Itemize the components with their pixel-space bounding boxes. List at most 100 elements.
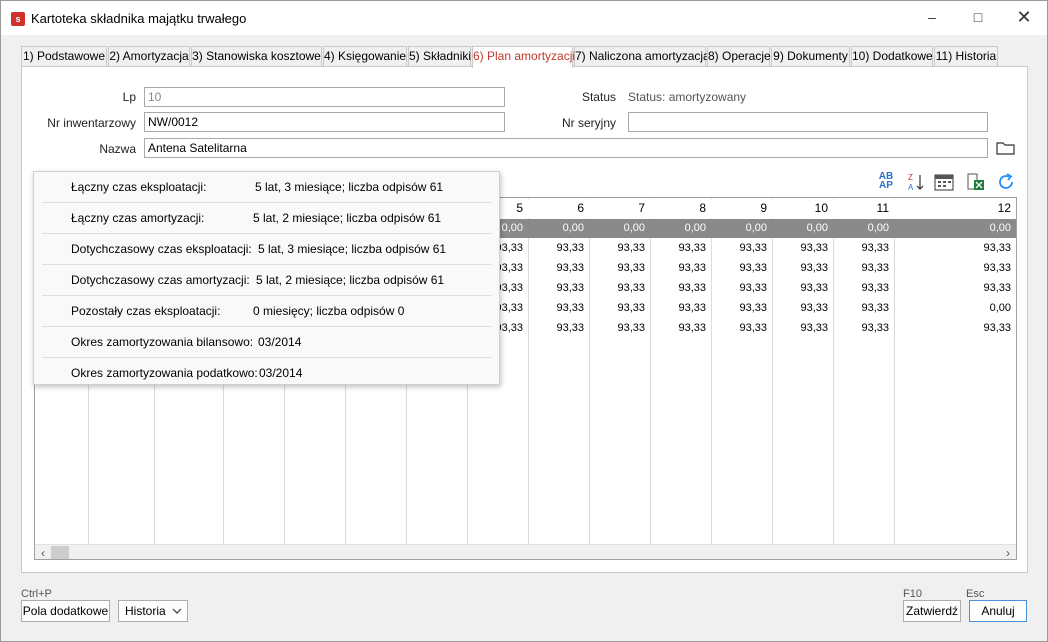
summary-row: Łączny czas eksploatacji: 5 lat, 3 miesi…	[42, 172, 492, 203]
grid-cell[interactable]: 93,33	[894, 238, 1016, 258]
text-size-icon[interactable]: AB AP	[875, 172, 897, 192]
grid-cell[interactable]: 93,33	[833, 238, 894, 258]
grid-cell[interactable]: 0,00	[894, 298, 1016, 318]
summary-value: 03/2014	[258, 335, 302, 349]
calendar-icon[interactable]	[933, 172, 955, 192]
zatwierdz-button[interactable]: Zatwierdź	[903, 600, 961, 622]
tab-ksiegowanie[interactable]: 4) Księgowanie	[323, 46, 407, 67]
summary-value: 5 lat, 3 miesiące; liczba odpisów 61	[258, 242, 447, 256]
historia-dropdown[interactable]: Historia	[118, 600, 188, 622]
summary-row: Okres zamortyzowania podatkowo: 03/2014	[42, 358, 492, 389]
close-button[interactable]: ✕	[1001, 1, 1047, 33]
summary-row: Okres zamortyzowania bilansowo: 03/2014	[42, 327, 492, 358]
column-header[interactable]: 12	[894, 199, 1016, 218]
grid-cell[interactable]: 93,33	[894, 258, 1016, 278]
column-header[interactable]: 9	[711, 199, 772, 218]
column-header[interactable]: 6	[528, 199, 589, 218]
grid-cell[interactable]: 93,33	[772, 278, 833, 298]
tab-operacje[interactable]: 8) Operacje	[707, 46, 771, 67]
grid-cell[interactable]: 93,33	[528, 298, 589, 318]
grid-cell[interactable]: 93,33	[528, 318, 589, 338]
summary-label: Okres zamortyzowania bilansowo:	[71, 335, 254, 349]
grid-cell[interactable]: 93,33	[711, 298, 772, 318]
grid-cell[interactable]: 93,33	[833, 258, 894, 278]
scroll-left-icon[interactable]: ‹	[35, 545, 51, 559]
grid-cell[interactable]: 93,33	[589, 238, 650, 258]
nr-seryjny-field[interactable]	[628, 112, 988, 132]
grid-cell[interactable]: 93,33	[833, 278, 894, 298]
minimize-button[interactable]: –	[909, 1, 955, 33]
scroll-right-icon[interactable]: ›	[1000, 545, 1016, 559]
tab-skladniki[interactable]: 5) Składniki	[408, 46, 471, 67]
summary-label: Łączny czas amortyzacji:	[71, 211, 205, 225]
tab-plan-amortyzacji[interactable]: 6) Plan amortyzacji	[472, 46, 575, 68]
tab-dodatkowe[interactable]: 10) Dodatkowe	[851, 46, 933, 67]
column-header[interactable]: 8	[650, 199, 711, 218]
grid-cell[interactable]: 93,33	[772, 258, 833, 278]
grid-cell[interactable]: 93,33	[772, 318, 833, 338]
grid-cell[interactable]: 93,33	[650, 278, 711, 298]
refresh-icon[interactable]	[995, 172, 1017, 192]
grid-cell[interactable]: 93,33	[650, 258, 711, 278]
ctrlp-hint: Ctrl+P	[21, 588, 52, 600]
tab-naliczona-amortyzacja[interactable]: 7) Naliczona amortyzacja	[574, 46, 710, 67]
grid-cell[interactable]: 93,33	[711, 258, 772, 278]
column-header[interactable]: 10	[772, 199, 833, 218]
svg-text:A: A	[908, 183, 914, 192]
tab-podstawowe[interactable]: 1) Podstawowe	[21, 46, 107, 67]
grid-cell[interactable]: 93,33	[650, 298, 711, 318]
scroll-thumb[interactable]	[51, 546, 69, 559]
grid-cell[interactable]: 93,33	[650, 318, 711, 338]
summary-row: Łączny czas amortyzacji: 5 lat, 2 miesią…	[42, 203, 492, 234]
tab-stanowiska-kosztowe[interactable]: 3) Stanowiska kosztowe	[191, 46, 322, 67]
summary-value: 5 lat, 2 miesiące; liczba odpisów 61	[253, 211, 442, 225]
grid-cell[interactable]: 93,33	[711, 278, 772, 298]
grid-cell[interactable]: 93,33	[589, 278, 650, 298]
grid-cell[interactable]: 93,33	[711, 318, 772, 338]
nazwa-field[interactable]: Antena Satelitarna	[144, 138, 988, 158]
summary-row: Dotychczasowy czas amortyzacji: 5 lat, 2…	[42, 265, 492, 296]
grid-cell[interactable]: 93,33	[528, 258, 589, 278]
grid-cell[interactable]: 93,33	[894, 318, 1016, 338]
window-title: Kartoteka składnika majątku trwałego	[31, 11, 247, 26]
summary-cell: 0,00	[562, 222, 584, 234]
title-bar: s Kartoteka składnika majątku trwałego –…	[1, 1, 1047, 35]
grid-cell[interactable]: 93,33	[711, 238, 772, 258]
grid-cell[interactable]: 93,33	[650, 238, 711, 258]
summary-cell: 0,00	[806, 222, 828, 234]
grid-cell[interactable]: 93,33	[589, 318, 650, 338]
summary-row: Dotychczasowy czas eksploatacji: 5 lat, …	[42, 234, 492, 265]
lp-field[interactable]: 10	[144, 87, 505, 107]
grid-cell[interactable]: 93,33	[833, 318, 894, 338]
nr-inwentarzowy-label: Nr inwentarzowy	[47, 116, 136, 130]
nazwa-label: Nazwa	[99, 142, 136, 156]
depreciation-summary-tooltip: Łączny czas eksploatacji: 5 lat, 3 miesi…	[33, 171, 500, 385]
grid-cell[interactable]: 93,33	[528, 238, 589, 258]
pola-dodatkowe-button[interactable]: Pola dodatkowe	[21, 600, 110, 622]
anuluj-button[interactable]: Anuluj	[969, 600, 1027, 622]
grid-cell[interactable]: 93,33	[589, 298, 650, 318]
tab-amortyzacja[interactable]: 2) Amortyzacja	[108, 46, 190, 67]
grid-cell[interactable]: 93,33	[589, 258, 650, 278]
grid-cell[interactable]: 93,33	[528, 278, 589, 298]
nr-inwentarzowy-field[interactable]: NW/0012	[144, 112, 505, 132]
tab-dokumenty[interactable]: 9) Dokumenty	[771, 46, 850, 67]
folder-icon[interactable]	[996, 140, 1016, 156]
status-label: Status	[581, 90, 616, 104]
esc-hint: Esc	[966, 588, 985, 600]
grid-cell[interactable]: 93,33	[833, 298, 894, 318]
grid-cell[interactable]: 93,33	[772, 298, 833, 318]
summary-row: Pozostały czas eksploatacji: 0 miesięcy;…	[42, 296, 492, 327]
column-header[interactable]: 7	[589, 199, 650, 218]
grid-cell[interactable]: 93,33	[772, 238, 833, 258]
tab-historia[interactable]: 11) Historia	[934, 46, 998, 67]
excel-export-icon[interactable]	[965, 172, 987, 192]
nr-seryjny-label: Nr seryjny	[561, 116, 616, 130]
summary-label: Łączny czas eksploatacji:	[71, 180, 207, 194]
grid-cell[interactable]: 93,33	[894, 278, 1016, 298]
f10-hint: F10	[903, 588, 922, 600]
horizontal-scrollbar[interactable]: ‹ ›	[35, 544, 1016, 559]
column-header[interactable]: 11	[833, 199, 894, 218]
sort-az-icon[interactable]: ZA	[905, 172, 927, 192]
maximize-button[interactable]: □	[955, 1, 1001, 33]
